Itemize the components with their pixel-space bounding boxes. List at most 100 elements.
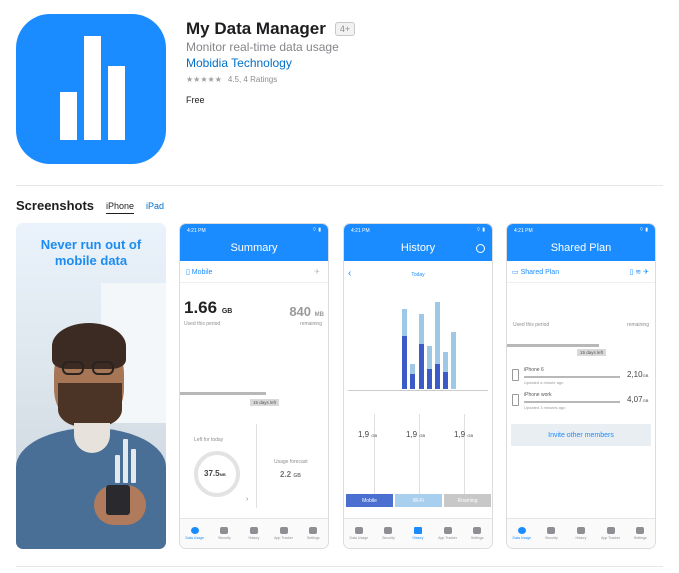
age-rating-badge: 4+: [334, 22, 356, 36]
price-label: Free: [186, 95, 205, 105]
shared-plan-label: Shared Plan: [520, 269, 560, 276]
divider: [419, 414, 420, 494]
history-bar: [419, 344, 424, 389]
screenshot-promo[interactable]: Never run out of mobile data: [16, 223, 166, 549]
divider: [256, 424, 257, 508]
tabbar-item-security[interactable]: Security: [376, 527, 400, 540]
used-label: Used this period: [513, 322, 550, 328]
icon-bar: [84, 36, 101, 140]
invite-members-button[interactable]: Invite other members: [511, 424, 651, 446]
forecast-value: 2.2 GB: [280, 470, 301, 479]
chart-bar-graphic: [123, 439, 128, 483]
section-divider: [16, 185, 663, 186]
chevron-right-icon[interactable]: ›: [246, 496, 248, 503]
airplane-icon: ✈: [314, 269, 320, 276]
member-updated: Updated a minute ago: [524, 380, 564, 385]
member-value: 2,10GB: [627, 370, 649, 379]
person-beard: [58, 383, 122, 427]
history-tabbar: Data Usage Security History App Tracker …: [344, 518, 492, 548]
app-subtitle: Monitor real-time data usage: [186, 40, 339, 54]
tabbar-item-history[interactable]: History: [406, 527, 430, 540]
divider: [374, 414, 375, 494]
phone-in-hand: [106, 485, 130, 515]
usage-progress-bar: [507, 344, 599, 347]
used-value: 1.66 GB: [184, 298, 233, 317]
shared-plan-header: 4:21 PM ⌔ ▮ Shared Plan: [507, 224, 655, 261]
tabbar-item-security[interactable]: Security: [539, 527, 563, 540]
summary-tabbar: Data Usage Security History App Tracker …: [180, 518, 328, 548]
tabbar-item-app-tracker[interactable]: App Tracker: [272, 527, 296, 540]
promo-headline-line2: mobile data: [54, 253, 128, 268]
filter-button-mobile[interactable]: Mobile: [346, 494, 393, 507]
chart-bar-graphic: [131, 449, 136, 483]
days-left-badge: 15 days left: [250, 399, 280, 406]
member-usage-bar: [524, 401, 620, 403]
promo-headline: Never run out of mobile data: [16, 237, 166, 269]
screenshot-shared-plan[interactable]: 4:21 PM ⌔ ▮ Shared Plan ▭ Shared Plan ▯ …: [506, 223, 656, 549]
history-header: 4:21 PM ⌔ ▮ History: [344, 224, 492, 261]
screenshot-history[interactable]: 4:21 PM ⌔ ▮ History ‹ Today 1,9 GB 1,9 G…: [343, 223, 493, 549]
history-bar: [435, 364, 440, 389]
network-selector: ▯ Mobile: [186, 268, 212, 276]
app-title: My Data Manager: [186, 19, 326, 38]
summary-header: 4:21 PM ⌔ ▮ Summary: [180, 224, 328, 261]
member-updated: Updated 3 minutes ago: [524, 405, 566, 410]
tab-ipad[interactable]: iPad: [146, 201, 164, 211]
tabbar-item-data-usage[interactable]: Data Usage: [183, 527, 207, 540]
screenshots-heading: Screenshots: [16, 198, 95, 213]
glasses-icon: [62, 361, 116, 375]
tabbar-item-app-tracker[interactable]: App Tracker: [599, 527, 623, 540]
icon-bar: [60, 92, 77, 140]
tab-iphone[interactable]: iPhone: [106, 201, 135, 214]
member-usage-bar: [524, 376, 620, 378]
status-time: 4:21 PM: [351, 228, 370, 234]
history-nav-label: Today: [411, 272, 425, 278]
tabbar-item-settings[interactable]: Settings: [465, 527, 489, 540]
status-icons: ⌔ ▮: [476, 227, 485, 233]
shared-plan-selector: ▭ Shared Plan: [512, 268, 559, 276]
screenshot-summary[interactable]: 4:21 PM ⌔ ▮ Summary ▯ Mobile ✈ 1.66 GB U…: [179, 223, 329, 549]
tabbar-item-history[interactable]: History: [242, 527, 266, 540]
tabbar-item-data-usage[interactable]: Data Usage: [510, 527, 534, 540]
section-divider: [16, 566, 663, 567]
remaining-label: remaining: [627, 322, 649, 328]
member-name: iPhone work: [524, 392, 552, 398]
days-left-badge: 15 days left: [577, 349, 607, 356]
tabbar-item-app-tracker[interactable]: App Tracker: [436, 527, 460, 540]
network-label: Mobile: [191, 269, 213, 276]
member-value: 4,07GB: [627, 395, 649, 404]
history-bar: [410, 374, 415, 389]
tabbar-item-settings[interactable]: Settings: [301, 527, 325, 540]
app-icon: [16, 14, 166, 164]
filter-button-roaming[interactable]: Roaming: [444, 494, 491, 507]
member-name: iPhone 6: [524, 367, 544, 373]
left-today-label: Left for today: [194, 437, 224, 443]
star-rating-icon: ★★★★★: [186, 75, 222, 84]
history-bar: [451, 332, 456, 389]
rating-row: ★★★★★ 4.5, 4 Ratings: [186, 75, 277, 84]
developer-link[interactable]: Mobidia Technology: [186, 56, 292, 70]
status-icons: ⌔ ▮: [639, 227, 648, 233]
tabbar-item-data-usage[interactable]: Data Usage: [347, 527, 371, 540]
tabbar-item-settings[interactable]: Settings: [628, 527, 652, 540]
divider: [180, 282, 328, 283]
shared-plan-title: Shared Plan: [550, 242, 612, 254]
rating-text[interactable]: 4.5, 4 Ratings: [228, 75, 277, 84]
tabbar-item-security[interactable]: Security: [212, 527, 236, 540]
status-time: 4:21 PM: [187, 228, 206, 234]
history-bar: [443, 372, 448, 389]
tabbar-item-history[interactable]: History: [569, 527, 593, 540]
divider: [464, 414, 465, 494]
left-today-value: 37.5MB: [204, 469, 226, 478]
app-title-row: My Data Manager 4+: [186, 19, 356, 39]
history-value: 1,9 GB: [454, 430, 474, 439]
chart-bar-graphic: [115, 455, 120, 483]
divider: [507, 282, 655, 283]
group-icon: ▭: [512, 269, 521, 276]
summary-title: Summary: [230, 242, 278, 254]
forecast-label: Usage forecast: [274, 459, 308, 465]
date-picker-icon[interactable]: [476, 244, 485, 253]
status-icons: ⌔ ▮: [312, 227, 321, 233]
filter-button-wifi[interactable]: Wi-Fi: [395, 494, 442, 507]
chart-axis: [348, 390, 488, 391]
